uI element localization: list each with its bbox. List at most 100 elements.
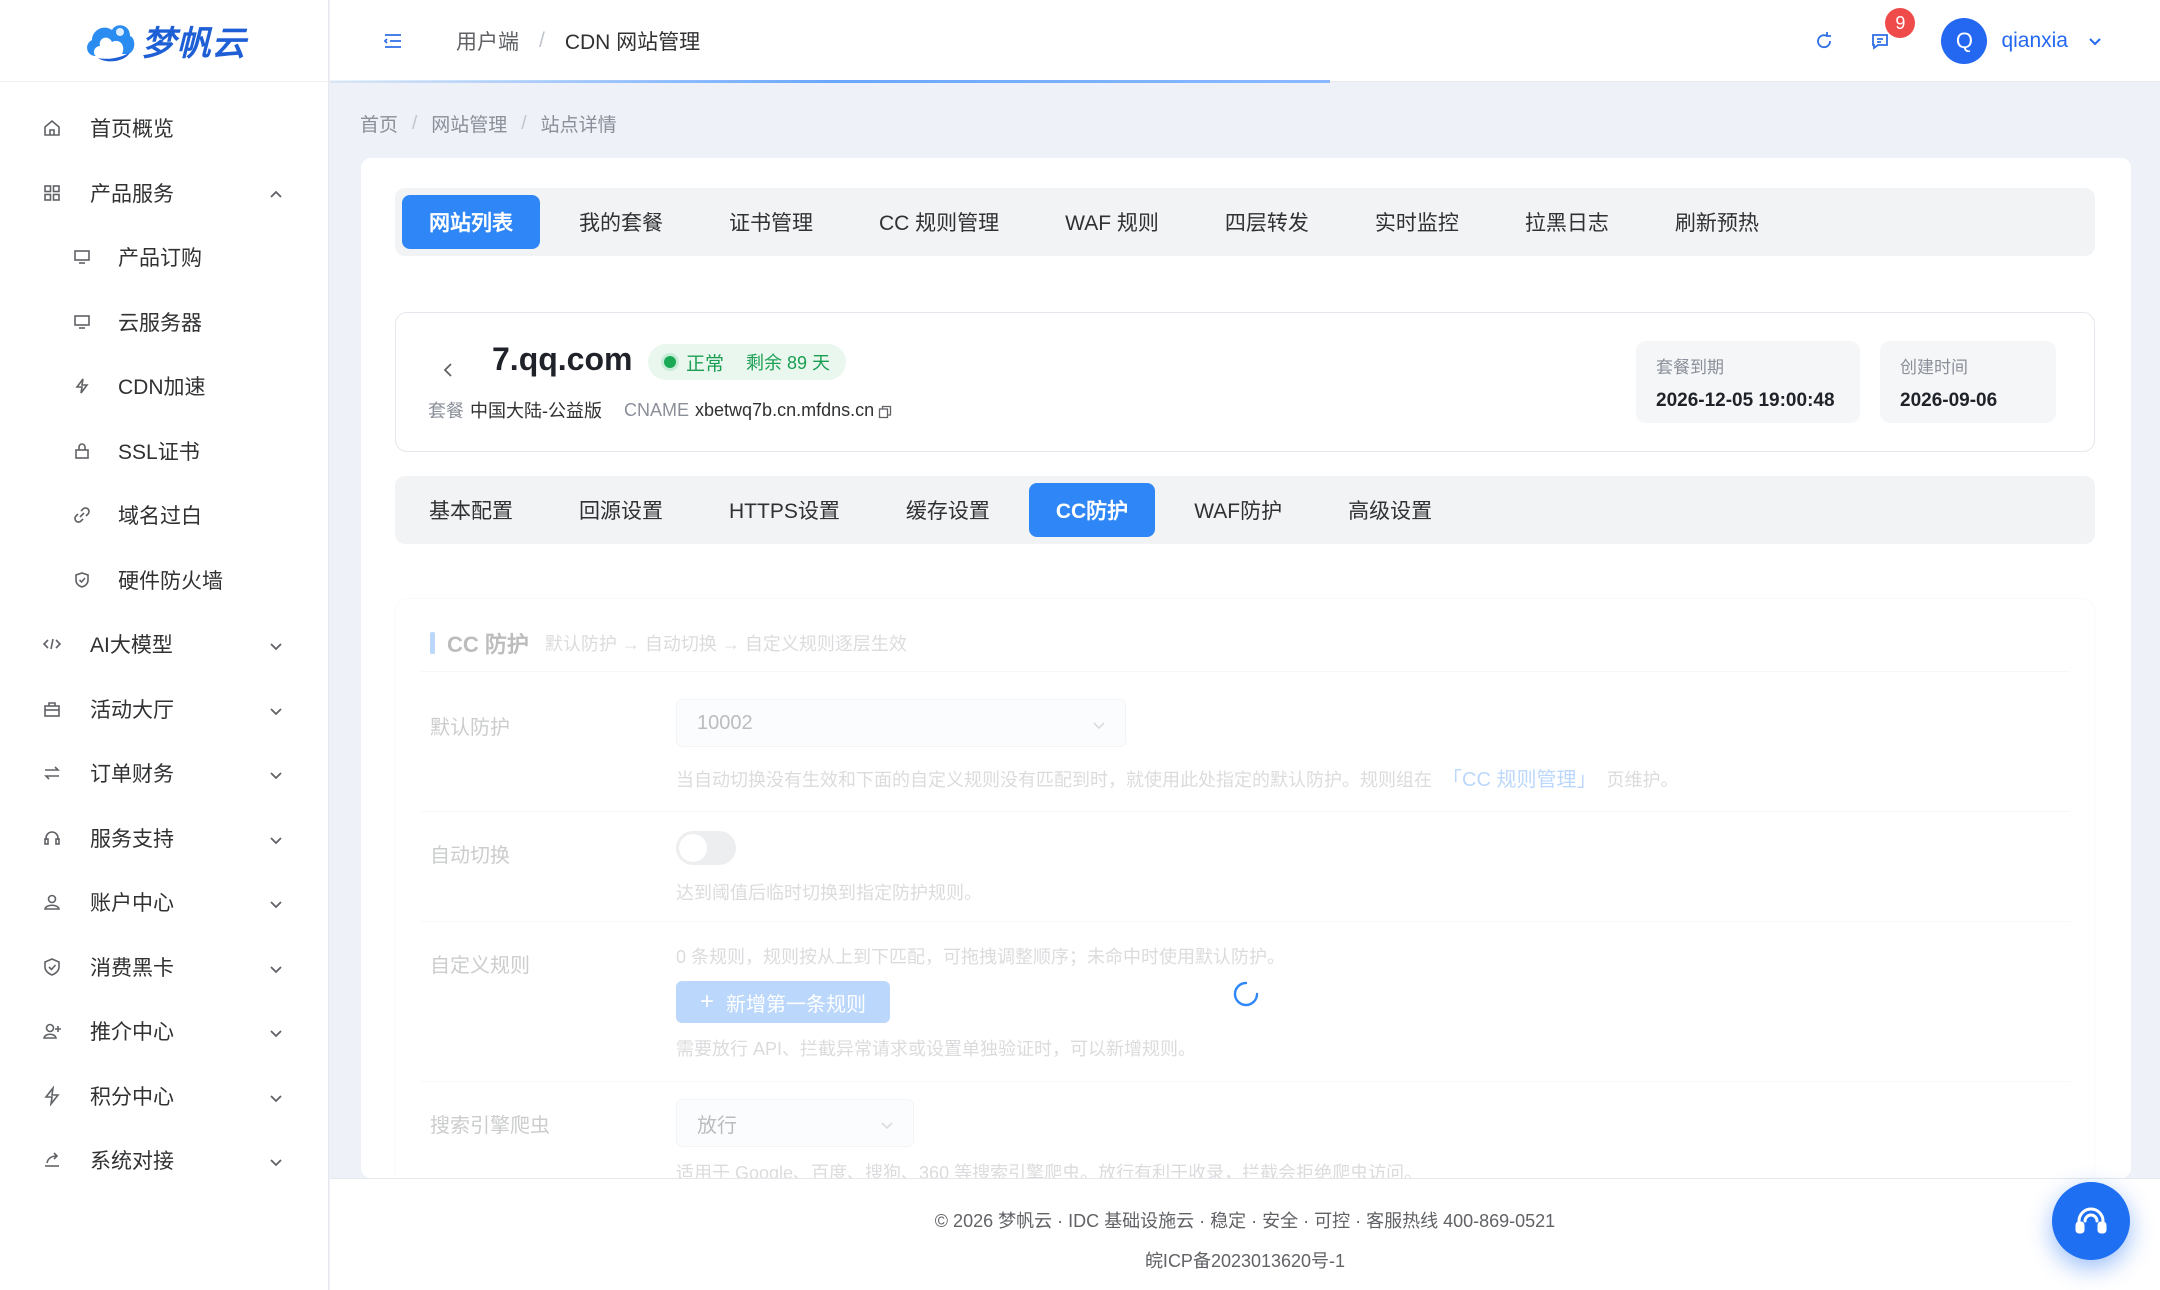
custom-rules-hint-2: 需要放行 API、拦截异常请求或设置单独验证时，可以新增规则。 bbox=[676, 1039, 1197, 1059]
message-icon[interactable]: 9 bbox=[1869, 8, 1916, 52]
crawler-select[interactable]: 放行 bbox=[676, 1099, 914, 1147]
top-header: 用户端 / CDN 网站管理 9 Q qianxia bbox=[330, 0, 2160, 83]
chevron-down-icon bbox=[268, 1152, 284, 1168]
cc-rules-link[interactable]: 「CC 规则管理」 bbox=[1442, 769, 1596, 791]
created-box: 创建时间 2026-09-06 bbox=[1880, 341, 2056, 423]
grid-icon bbox=[42, 183, 62, 203]
auto-switch-toggle[interactable] bbox=[676, 831, 736, 865]
header-actions: 9 Q qianxia bbox=[1813, 0, 2104, 82]
tab-advanced[interactable]: 高级设置 bbox=[1321, 483, 1459, 537]
sidebar-subitem-cloud-server[interactable]: 云服务器 bbox=[0, 290, 328, 355]
created-label: 创建时间 bbox=[1900, 358, 1968, 377]
auto-switch-hint: 达到阈值后临时切换到指定防护规则。 bbox=[676, 883, 982, 903]
header-breadcrumb-current: CDN 网站管理 bbox=[564, 30, 701, 54]
plan-expire-box: 套餐到期 2026-12-05 19:00:48 bbox=[1636, 341, 1860, 423]
footer-icp[interactable]: 皖ICP备2023013620号-1 bbox=[330, 1247, 2160, 1273]
crawler-value: 放行 bbox=[697, 1114, 737, 1137]
default-protection-select[interactable]: 10002 bbox=[676, 699, 1126, 747]
customer-service-button[interactable] bbox=[2052, 1182, 2130, 1260]
breadcrumb-item-current: 站点详情 bbox=[540, 115, 617, 136]
sidebar-item-referral[interactable]: 推介中心 bbox=[0, 999, 328, 1064]
avatar[interactable]: Q bbox=[1941, 18, 1988, 64]
remaining-days: 剩余 89 天 bbox=[746, 353, 831, 373]
username[interactable]: qianxia bbox=[2001, 29, 2068, 53]
site-domain: 7.qq.com bbox=[492, 341, 633, 377]
tab-basic-config[interactable]: 基本配置 bbox=[402, 483, 540, 537]
add-rule-label: 新增第一条规则 bbox=[726, 993, 867, 1016]
user-icon bbox=[42, 892, 62, 912]
tab-cc-rules[interactable]: CC 规则管理 bbox=[852, 195, 1026, 249]
sidebar-item-label: 消费黑卡 bbox=[90, 956, 174, 980]
sidebar-subitem-domain-whitelist[interactable]: 域名过白 bbox=[0, 483, 328, 548]
sidebar-item-orders[interactable]: 订单财务 bbox=[0, 741, 328, 806]
shield-icon bbox=[72, 570, 92, 590]
swap-icon bbox=[42, 763, 62, 783]
sidebar-subitem-cdn[interactable]: CDN加速 bbox=[0, 354, 328, 419]
menu-toggle-icon[interactable] bbox=[382, 30, 404, 52]
tab-my-plans[interactable]: 我的套餐 bbox=[552, 195, 690, 249]
sidebar: 梦帆云 首页概览 产品服务 产品订购 云服务器 CDN加速 SSL证书 域名过白… bbox=[0, 0, 329, 1290]
sidebar-item-label: 云服务器 bbox=[118, 311, 202, 335]
sidebar-subitem-order[interactable]: 产品订购 bbox=[0, 225, 328, 290]
tab-blacklist-log[interactable]: 拉黑日志 bbox=[1498, 195, 1636, 249]
brand-name: 梦帆云 bbox=[141, 25, 247, 63]
tab-waf-protection[interactable]: WAF防护 bbox=[1167, 483, 1309, 537]
section-accent-bar bbox=[430, 632, 435, 654]
tab-origin[interactable]: 回源设置 bbox=[552, 483, 690, 537]
breadcrumb-item-home[interactable]: 首页 bbox=[360, 110, 398, 137]
header-breadcrumb-item[interactable]: 用户端 bbox=[456, 26, 519, 56]
sidebar-item-label: 产品服务 bbox=[90, 182, 174, 206]
breadcrumb-item-sites[interactable]: 网站管理 bbox=[431, 110, 507, 137]
tab-https[interactable]: HTTPS设置 bbox=[702, 483, 867, 537]
sidebar-item-label: 首页概览 bbox=[90, 118, 174, 142]
sidebar-item-black-card[interactable]: 消费黑卡 bbox=[0, 935, 328, 1000]
tab-monitor[interactable]: 实时监控 bbox=[1348, 195, 1486, 249]
tab-l4-forward[interactable]: 四层转发 bbox=[1198, 195, 1336, 249]
tab-cache[interactable]: 缓存设置 bbox=[879, 483, 1017, 537]
sidebar-item-label: 产品订购 bbox=[118, 247, 202, 271]
chevron-down-icon[interactable] bbox=[2086, 32, 2104, 50]
plus-icon: + bbox=[700, 988, 715, 1015]
tab-waf-rules[interactable]: WAF 规则 bbox=[1038, 195, 1186, 249]
code-icon bbox=[42, 634, 62, 654]
main-tabs: 网站列表 我的套餐 证书管理 CC 规则管理 WAF 规则 四层转发 实时监控 … bbox=[395, 188, 2095, 256]
config-tabs: 基本配置 回源设置 HTTPS设置 缓存设置 CC防护 WAF防护 高级设置 bbox=[395, 476, 2095, 544]
sidebar-item-label: SSL证书 bbox=[118, 440, 200, 464]
sidebar-item-label: 推介中心 bbox=[90, 1021, 174, 1045]
sidebar-subitem-ssl[interactable]: SSL证书 bbox=[0, 419, 328, 484]
sidebar-item-home[interactable]: 首页概览 bbox=[0, 96, 328, 161]
cname-label: CNAME bbox=[624, 399, 690, 420]
sidebar-item-products[interactable]: 产品服务 bbox=[0, 161, 328, 226]
gift-icon bbox=[42, 699, 62, 719]
tab-refresh-preheat[interactable]: 刷新预热 bbox=[1648, 195, 1786, 249]
sidebar-subitem-firewall[interactable]: 硬件防火墙 bbox=[0, 548, 328, 613]
add-first-rule-button[interactable]: + 新增第一条规则 bbox=[676, 981, 891, 1023]
refresh-icon[interactable] bbox=[1813, 30, 1835, 52]
sidebar-item-ai[interactable]: AI大模型 bbox=[0, 612, 328, 677]
footer-copyright: © 2026 梦帆云 · IDC 基础设施云 · 稳定 · 安全 · 可控 · … bbox=[934, 1211, 1556, 1231]
divider bbox=[420, 811, 2070, 812]
tab-certificates[interactable]: 证书管理 bbox=[702, 195, 840, 249]
chevron-down-icon bbox=[268, 765, 284, 781]
sidebar-item-account[interactable]: 账户中心 bbox=[0, 870, 328, 935]
notification-badge: 9 bbox=[1885, 8, 1916, 38]
main-card: 网站列表 我的套餐 证书管理 CC 规则管理 WAF 规则 四层转发 实时监控 … bbox=[361, 158, 2131, 1178]
monitor-icon bbox=[72, 312, 92, 332]
sidebar-menu: 首页概览 产品服务 产品订购 云服务器 CDN加速 SSL证书 域名过白 硬件防… bbox=[0, 82, 328, 1193]
brand-logo[interactable]: 梦帆云 bbox=[0, 0, 328, 82]
copy-icon[interactable] bbox=[878, 403, 892, 419]
tab-cc-protection[interactable]: CC防护 bbox=[1028, 483, 1156, 537]
sidebar-item-events[interactable]: 活动大厅 bbox=[0, 677, 328, 742]
sidebar-item-label: 硬件防火墙 bbox=[118, 569, 223, 593]
footer: © 2026 梦帆云 · IDC 基础设施云 · 稳定 · 安全 · 可控 · … bbox=[330, 1178, 2160, 1290]
sidebar-item-points[interactable]: 积分中心 bbox=[0, 1064, 328, 1129]
sidebar-item-label: 域名过白 bbox=[118, 505, 202, 529]
sidebar-item-integration[interactable]: 系统对接 bbox=[0, 1128, 328, 1193]
sidebar-item-support[interactable]: 服务支持 bbox=[0, 806, 328, 871]
cc-protection-panel: CC 防护 默认防护 → 自动切换 → 自定义规则逐层生效 默认防护 10002… bbox=[395, 598, 2095, 1178]
bolt-icon bbox=[42, 1085, 62, 1106]
site-summary: 7.qq.com 正常 剩余 89 天 套餐 中国大陆-公益版 CNAME xb… bbox=[395, 312, 2095, 452]
chevron-down-icon bbox=[268, 1088, 284, 1104]
back-chevron-icon[interactable] bbox=[440, 361, 458, 379]
tab-site-list[interactable]: 网站列表 bbox=[402, 195, 540, 249]
